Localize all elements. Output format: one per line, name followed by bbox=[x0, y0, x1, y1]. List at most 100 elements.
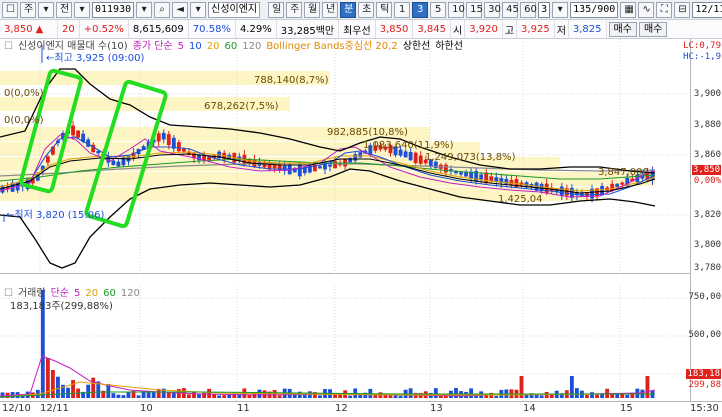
volume-bar bbox=[146, 391, 151, 398]
volume-bar bbox=[192, 391, 196, 398]
volume-bar bbox=[56, 376, 60, 398]
volume-tick: 500,00 bbox=[688, 330, 721, 340]
time-tick: 15 bbox=[620, 403, 633, 414]
volume-bar bbox=[600, 394, 605, 398]
minute-45-button[interactable]: 45 bbox=[502, 1, 519, 18]
minute-60-button[interactable]: 60 bbox=[520, 1, 537, 18]
candle-body bbox=[45, 156, 50, 163]
candle-body bbox=[328, 164, 332, 167]
bb-legend: Bollinger Bands중심선 20,2 bbox=[266, 41, 398, 52]
speaker-icon[interactable]: ◄ bbox=[172, 1, 189, 18]
high-price: 3,925 bbox=[517, 20, 555, 38]
profile-zero-label-1: 0(0,0%) bbox=[4, 88, 44, 99]
change-percent: +0.52% bbox=[80, 20, 129, 38]
vol-ma5-legend: 5 bbox=[73, 288, 81, 299]
candle-body bbox=[176, 142, 181, 152]
low-label: 저 bbox=[555, 20, 569, 38]
volume-bar bbox=[86, 384, 91, 398]
minute-30-button[interactable]: 30 bbox=[484, 1, 501, 18]
candle-body bbox=[111, 160, 116, 166]
volume-value: 8,615,609 bbox=[129, 20, 189, 38]
minute-select[interactable]: 3 bbox=[538, 1, 551, 18]
chart-toolbar: ☐ 주 ▾ 전 ▾ 011930 ▾ ⌕ ◄ ▾ 신성이엔지 일 주 월 년 분… bbox=[0, 0, 722, 20]
chevron-down-icon[interactable]: ▾ bbox=[552, 1, 569, 18]
volume-bar bbox=[388, 395, 393, 398]
volume-bar bbox=[66, 387, 70, 398]
price-tick: 3,800 bbox=[693, 240, 721, 250]
data-count-field[interactable]: 135/900 bbox=[570, 1, 619, 18]
period-month-button[interactable]: 월 bbox=[304, 1, 321, 18]
date-field[interactable]: 12/11 bbox=[692, 1, 722, 18]
buy-button-2[interactable]: 매수 bbox=[638, 21, 668, 37]
volume-tick: 750,00 bbox=[688, 292, 721, 302]
menu-icon[interactable]: ☐ bbox=[2, 1, 18, 18]
candle-body bbox=[489, 176, 494, 182]
minute-15-button[interactable]: 15 bbox=[466, 1, 483, 18]
period-tick-button[interactable]: 틱 bbox=[376, 1, 393, 18]
price-tick: 3,860 bbox=[693, 150, 721, 160]
low-price-marker: ←최저 3,820 (15:06) bbox=[6, 210, 105, 221]
high-label: 고 bbox=[503, 20, 518, 38]
lock-icon[interactable]: ⊟ bbox=[674, 1, 691, 18]
line-tool-icon[interactable]: ∿ bbox=[638, 1, 655, 18]
volume-bar bbox=[171, 392, 176, 398]
chevron-down-icon[interactable]: ▾ bbox=[38, 1, 54, 18]
upper-band-legend: 상한선 bbox=[402, 41, 431, 52]
stock-name-field[interactable]: 신성이엔지 bbox=[208, 1, 261, 18]
price-tick: 3,880 bbox=[693, 120, 721, 130]
minute-1-button[interactable]: 1 bbox=[394, 1, 411, 18]
profile-value-1: 788,140(8,7%) bbox=[254, 75, 329, 86]
indicator-checkbox-icon[interactable]: ☐ bbox=[4, 41, 13, 53]
buy-button[interactable]: 매수 bbox=[608, 21, 637, 37]
price-chart-canvas[interactable] bbox=[0, 39, 690, 274]
time-tick: 14 bbox=[523, 403, 536, 414]
fullscreen-icon[interactable]: ⛶ bbox=[656, 1, 673, 18]
price-chart[interactable]: ☐ 신성이엔지 매물대 수(10) 종가 단순 5 10 20 60 120 B… bbox=[0, 39, 690, 274]
candle-body bbox=[569, 187, 574, 198]
toolbar-item-week[interactable]: 주 bbox=[20, 1, 36, 18]
volume-pct-tag: 299,88 bbox=[688, 380, 721, 390]
time-axis[interactable]: 12/10 12/11 10 11 12 13 14 15 15:30 bbox=[0, 401, 722, 417]
grid-icon[interactable]: ▦ bbox=[620, 1, 637, 18]
minute-3-button[interactable]: 3 bbox=[412, 1, 429, 18]
time-tick: 13 bbox=[430, 403, 443, 414]
indicator-checkbox-icon[interactable]: ☐ bbox=[4, 288, 13, 300]
period-year-button[interactable]: 년 bbox=[322, 1, 339, 18]
trade-amount: 33,285백만 bbox=[277, 20, 340, 38]
ma10-legend: 10 bbox=[189, 41, 202, 52]
volume-bar bbox=[595, 394, 599, 398]
time-tick: 10 bbox=[140, 403, 153, 414]
search-icon[interactable]: ⌕ bbox=[154, 1, 171, 18]
candle-body bbox=[610, 183, 615, 191]
period-minute-button[interactable]: 분 bbox=[340, 1, 357, 18]
candle-body bbox=[76, 130, 81, 138]
candle-body bbox=[464, 172, 468, 177]
lower-band-legend: 하한선 bbox=[435, 41, 463, 52]
volume-bar bbox=[454, 388, 458, 398]
ma60-legend: 60 bbox=[224, 41, 238, 52]
ma-legend-label: 종가 단순 bbox=[132, 41, 173, 52]
open-price: 3,920 bbox=[465, 20, 503, 38]
chevron-down-icon[interactable]: ▾ bbox=[74, 1, 90, 18]
volume-bar bbox=[91, 377, 96, 398]
volume-bar bbox=[71, 380, 75, 398]
minute-10-button[interactable]: 10 bbox=[448, 1, 465, 18]
search-dropdown-icon[interactable]: ▾ bbox=[136, 1, 153, 18]
volume-bar bbox=[539, 395, 544, 398]
period-day-button[interactable]: 일 bbox=[268, 1, 285, 18]
volume-chart[interactable]: ☐ 거래량 단순 5 20 60 120 183,183주(299,88%) bbox=[0, 286, 690, 401]
period-week-button[interactable]: 주 bbox=[286, 1, 303, 18]
toolbar-item-all[interactable]: 전 bbox=[56, 1, 72, 18]
candle-body bbox=[156, 133, 161, 142]
volume-bar bbox=[408, 388, 413, 398]
volume-bar bbox=[469, 388, 474, 398]
price-axis[interactable]: LC:0,79 HC:-1,9 3,900 3,880 3,860 3,850 … bbox=[683, 39, 722, 401]
minute-5-button[interactable]: 5 bbox=[430, 1, 447, 18]
volume-bar bbox=[111, 393, 116, 398]
stock-code-input[interactable]: 011930 bbox=[92, 1, 135, 18]
best-label: 최우선 bbox=[339, 20, 376, 38]
chevron-down-icon[interactable]: ▾ bbox=[190, 1, 207, 18]
profile-value-5: 1,249,073(13,8%) bbox=[425, 152, 516, 163]
candle-body bbox=[116, 161, 121, 167]
period-second-button[interactable]: 초 bbox=[358, 1, 375, 18]
